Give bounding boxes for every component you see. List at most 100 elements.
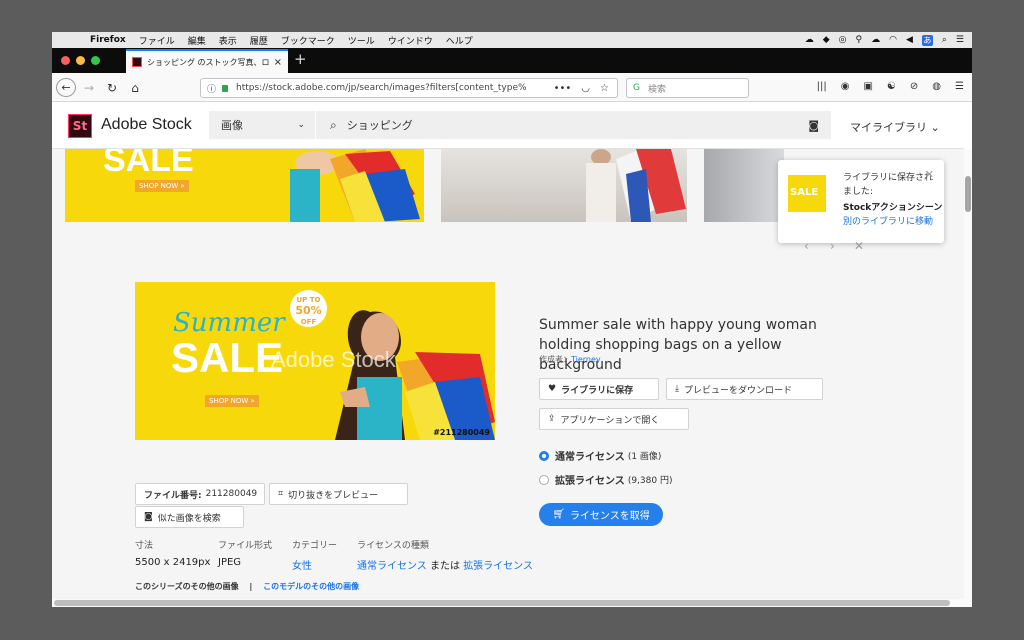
forward-button[interactable]: → [82,78,96,97]
category-link[interactable]: 女性 [292,557,337,572]
badge-off: OFF [300,318,317,326]
preview-shop-now: SHOP NOW » [205,395,259,407]
vertical-scrollbar[interactable] [964,149,972,607]
next-chevron-icon[interactable]: › [830,239,835,253]
lock-icon [222,84,229,92]
extended-license-detail: (9,380 円) [627,476,673,486]
reload-button[interactable]: ↻ [105,78,119,97]
series-links: このシリーズのその他の画像 | このモデルのその他の画像 [135,581,359,592]
notification-list-icon[interactable]: ☰ [956,35,964,45]
file-number-field: ファイル番号: 211280049 [135,483,265,505]
series-separator: | [249,582,253,591]
volume-icon[interactable]: ◀ [906,35,913,45]
menu-tools[interactable]: ツール [348,34,375,47]
menu-window[interactable]: ウインドウ [388,34,433,47]
find-similar-button[interactable]: ◙ 似た画像を検索 [135,506,244,528]
saved-to-library-toast: SALE ライブラリに保存されました: Stockアクションシーン 別のライブラ… [778,160,944,243]
adblock-icon[interactable]: ⊘ [910,81,918,92]
menu-icon[interactable]: ☰ [955,81,964,92]
cloud-upload-icon[interactable]: ☁ [871,35,880,45]
tab-model-images[interactable]: このモデルのその他の画像 [263,582,359,591]
close-detail-icon[interactable]: ✕ [854,239,864,253]
result-thumbnail[interactable]: SALE SHOP NOW » [65,149,424,222]
home-button[interactable]: ⌂ [128,78,142,97]
author-link[interactable]: Tierney [571,355,601,364]
page-actions-icon[interactable]: ••• [554,83,572,94]
preview-image[interactable]: UP TO 50% OFF Summer SALE SHOP NOW » Ado… [135,282,495,440]
menu-help[interactable]: ヘルプ [446,34,473,47]
camera-icon[interactable]: ◙ [808,119,819,132]
spotlight-icon[interactable]: ⌕ [942,35,947,45]
menu-app-name[interactable]: Firefox [90,35,126,45]
search-bar[interactable]: G 検索 [626,78,749,98]
stock-search-input[interactable]: ⌕ ショッピング ◙ [316,111,831,139]
vertical-scroll-thumb[interactable] [965,176,971,212]
toast-message: ライブラリに保存されました: [843,173,934,197]
wifi-icon[interactable]: ◠ [889,35,897,45]
standard-license-radio[interactable]: 通常ライセンス (1 画像) [539,448,661,463]
dropbox-icon[interactable]: ◆ [823,35,830,45]
menu-edit[interactable]: 編集 [188,34,206,47]
account-icon[interactable]: ◍ [932,81,941,92]
extended-license-radio[interactable]: 拡張ライセンス (9,380 円) [539,472,672,487]
back-button[interactable]: ← [56,78,76,97]
search-query[interactable]: ショッピング [347,117,413,133]
info-icon[interactable]: ⓘ [207,82,216,95]
toast-thumbnail: SALE [788,175,826,212]
creative-cloud-icon[interactable]: ◎ [839,35,847,45]
bookmark-star-icon[interactable]: ☆ [600,83,609,94]
standard-license-link[interactable]: 通常ライセンス [357,561,427,572]
menu-history[interactable]: 履歴 [250,34,268,47]
cloud-sync-icon[interactable]: ☁ [805,35,814,45]
input-method-icon[interactable]: あ [921,34,933,46]
menu-file[interactable]: ファイル [139,34,175,47]
library-icon[interactable]: ||| [817,81,827,92]
save-to-library-button[interactable]: ♥ ライブラリに保存 [539,378,659,400]
new-tab-button[interactable]: + [294,50,307,68]
result-thumbnail[interactable] [441,149,687,222]
open-in-app-button[interactable]: ⇪ アプリケーションで開く [539,408,689,430]
sidebar-icon[interactable]: ▣ [863,81,872,92]
save-library-label: ライブラリに保存 [561,385,634,396]
menu-bookmarks[interactable]: ブックマーク [281,34,335,47]
previous-chevron-icon[interactable]: ‹ [804,239,809,253]
antenna-icon[interactable]: ⚲ [856,35,863,45]
close-icon[interactable]: ✕ [925,168,934,181]
tab-series-images[interactable]: このシリーズのその他の画像 [135,582,239,591]
badge-percent: 50% [295,304,322,317]
menu-view[interactable]: 表示 [219,34,237,47]
share-icon: ⇪ [548,414,556,424]
addon-icon[interactable]: ☯ [887,81,896,92]
format-block: ファイル形式 JPEG [218,538,272,568]
download-preview-button[interactable]: ⤓ プレビューをダウンロード [666,378,823,400]
pocket-icon[interactable]: ◡ [581,83,590,94]
result-thumbnail[interactable] [704,149,784,222]
search-engine-icon[interactable]: G [633,83,640,93]
horizontal-scrollbar[interactable] [52,599,964,607]
asset-type-select[interactable]: 画像 ⌄ [209,111,315,139]
brand-name[interactable]: Adobe Stock [101,116,192,134]
active-tab[interactable]: ショッピング のストック写真、ロ × [126,49,288,73]
asset-type-value: 画像 [221,119,243,132]
url-bar[interactable]: ⓘ https://stock.adobe.com/jp/search/imag… [200,78,618,98]
radio-unselected[interactable] [539,474,549,485]
extension-icon[interactable]: ◉ [841,81,850,92]
search-placeholder: 検索 [647,84,666,95]
zoom-window-button[interactable] [91,56,100,65]
close-window-button[interactable] [61,56,70,65]
tab-close-icon[interactable]: × [274,57,282,68]
adobe-stock-logo[interactable]: St [68,114,92,138]
discount-badge: UP TO 50% OFF [290,290,327,327]
toast-move-link[interactable]: 別のライブラリに移動 [843,214,933,227]
extended-license-link[interactable]: 拡張ライセンス [463,561,533,572]
my-library-menu[interactable]: マイライブラリ ⌄ [850,119,940,135]
toast-thumb-text: SALE [790,187,819,198]
dimensions-value: 5500 x 2419px [135,557,211,568]
url-text[interactable]: https://stock.adobe.com/jp/search/images… [236,83,546,93]
horizontal-scroll-thumb[interactable] [54,600,950,606]
crop-preview-button[interactable]: ⌗ 切り抜きをプレビュー [269,483,408,505]
dimensions-block: 寸法 5500 x 2419px [135,538,210,568]
minimize-window-button[interactable] [76,56,85,65]
radio-selected[interactable] [539,450,549,461]
get-license-button[interactable]: 🛒︎ ライセンスを取得 [539,503,663,526]
